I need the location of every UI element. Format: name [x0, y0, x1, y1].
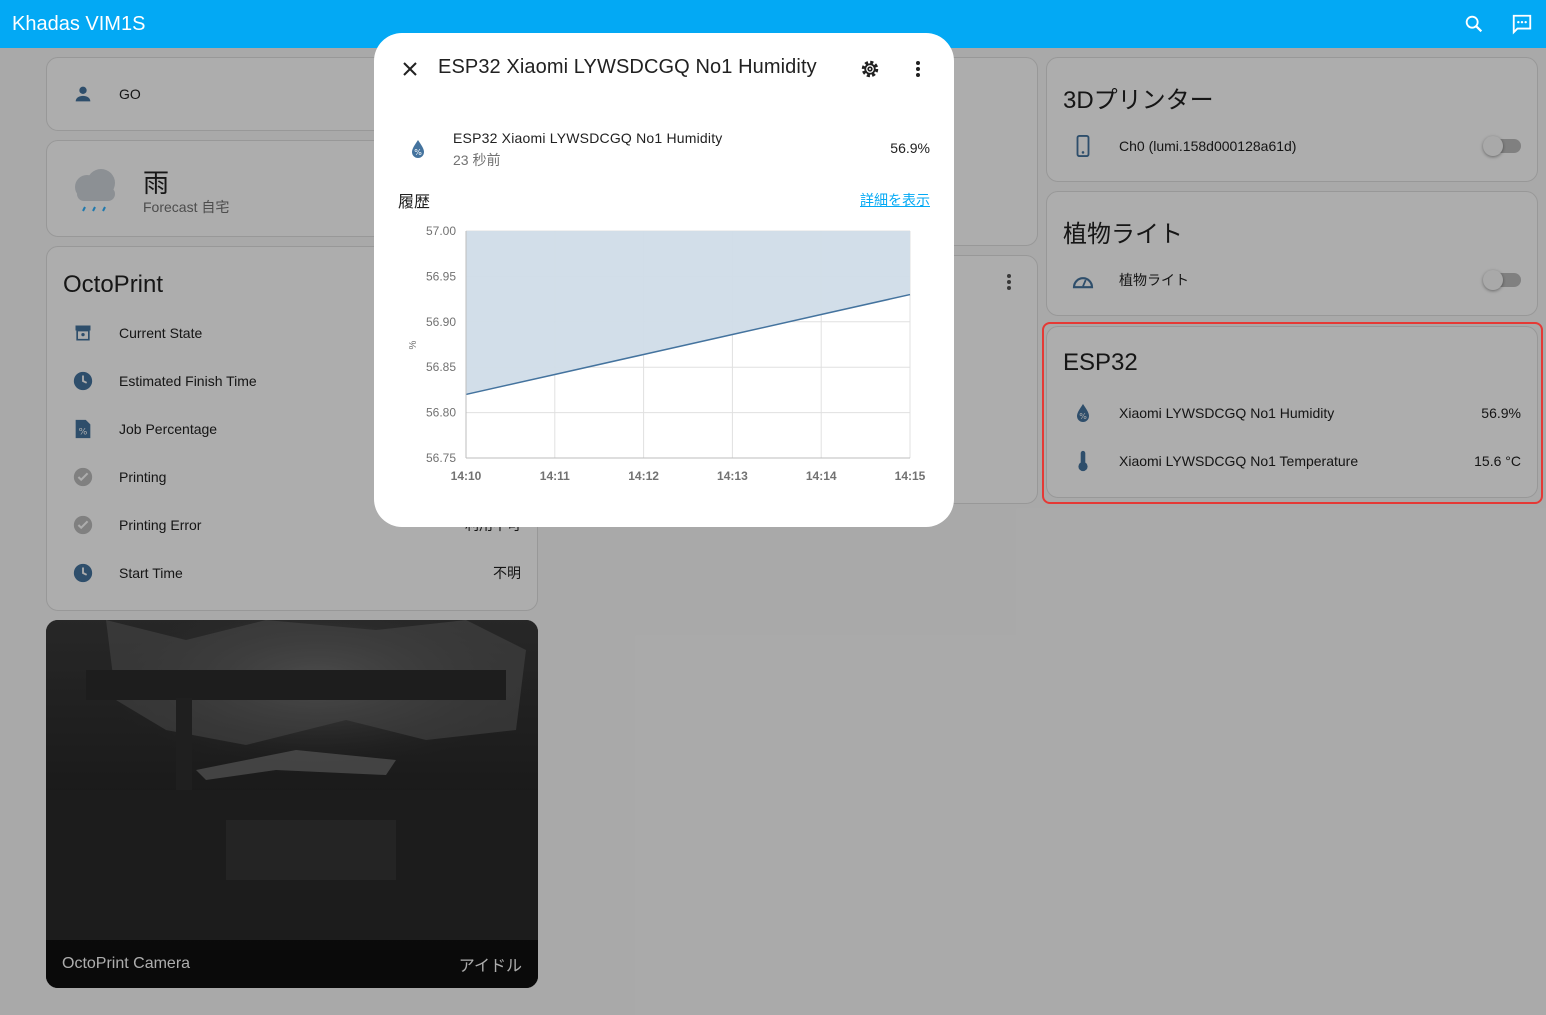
app-title: Khadas VIM1S: [12, 12, 146, 35]
x-tick-label: 14:11: [540, 469, 570, 483]
settings-button[interactable]: [856, 55, 884, 83]
x-tick-label: 14:14: [806, 469, 837, 483]
dialog-entity-value: 56.9%: [890, 140, 930, 156]
more-vertical-icon: [916, 61, 920, 77]
assist-button[interactable]: [1498, 0, 1546, 48]
area-fill: [466, 231, 910, 395]
x-tick-label: 14:15: [895, 469, 926, 483]
search-icon: [1465, 15, 1483, 33]
y-axis-unit-label: %: [408, 340, 419, 349]
x-tick-label: 14:10: [451, 469, 482, 483]
close-icon: [403, 62, 417, 76]
water-percent-icon: %: [412, 140, 424, 158]
y-tick-label: 56.85: [426, 360, 456, 374]
svg-text:%: %: [414, 148, 422, 157]
dialog-last-changed: 23 秒前: [453, 152, 501, 168]
x-tick-label: 14:12: [628, 469, 659, 483]
esp32-highlight-box: [1042, 322, 1543, 504]
history-label: 履歴: [398, 194, 431, 211]
y-tick-label: 56.75: [426, 451, 456, 465]
close-button[interactable]: [396, 55, 424, 83]
assist-icon: [1512, 14, 1532, 35]
y-tick-label: 56.95: [426, 269, 456, 283]
dialog-entity-name: ESP32 Xiaomi LYWSDCGQ No1 Humidity: [453, 130, 723, 146]
history-chart[interactable]: 57.00 56.95 56.90 56.85 56.80 56.75 14:10 14:11…: [374, 213, 954, 513]
y-tick-label: 56.90: [426, 315, 456, 329]
x-tick-label: 14:13: [717, 469, 748, 483]
dialog-title: ESP32 Xiaomi LYWSDCGQ No1 Humidity: [438, 56, 817, 78]
more-info-dialog: ESP32 Xiaomi LYWSDCGQ No1 Humidity % ESP…: [374, 33, 954, 527]
dialog-entity-row: % ESP32 Xiaomi LYWSDCGQ No1 Humidity 23 …: [398, 127, 930, 171]
y-tick-label: 57.00: [426, 224, 456, 238]
show-more-link[interactable]: 詳細を表示: [860, 190, 930, 210]
gear-icon: [861, 60, 879, 78]
y-tick-label: 56.80: [426, 406, 456, 420]
search-button[interactable]: [1450, 0, 1498, 48]
dialog-menu-button[interactable]: [904, 55, 932, 83]
